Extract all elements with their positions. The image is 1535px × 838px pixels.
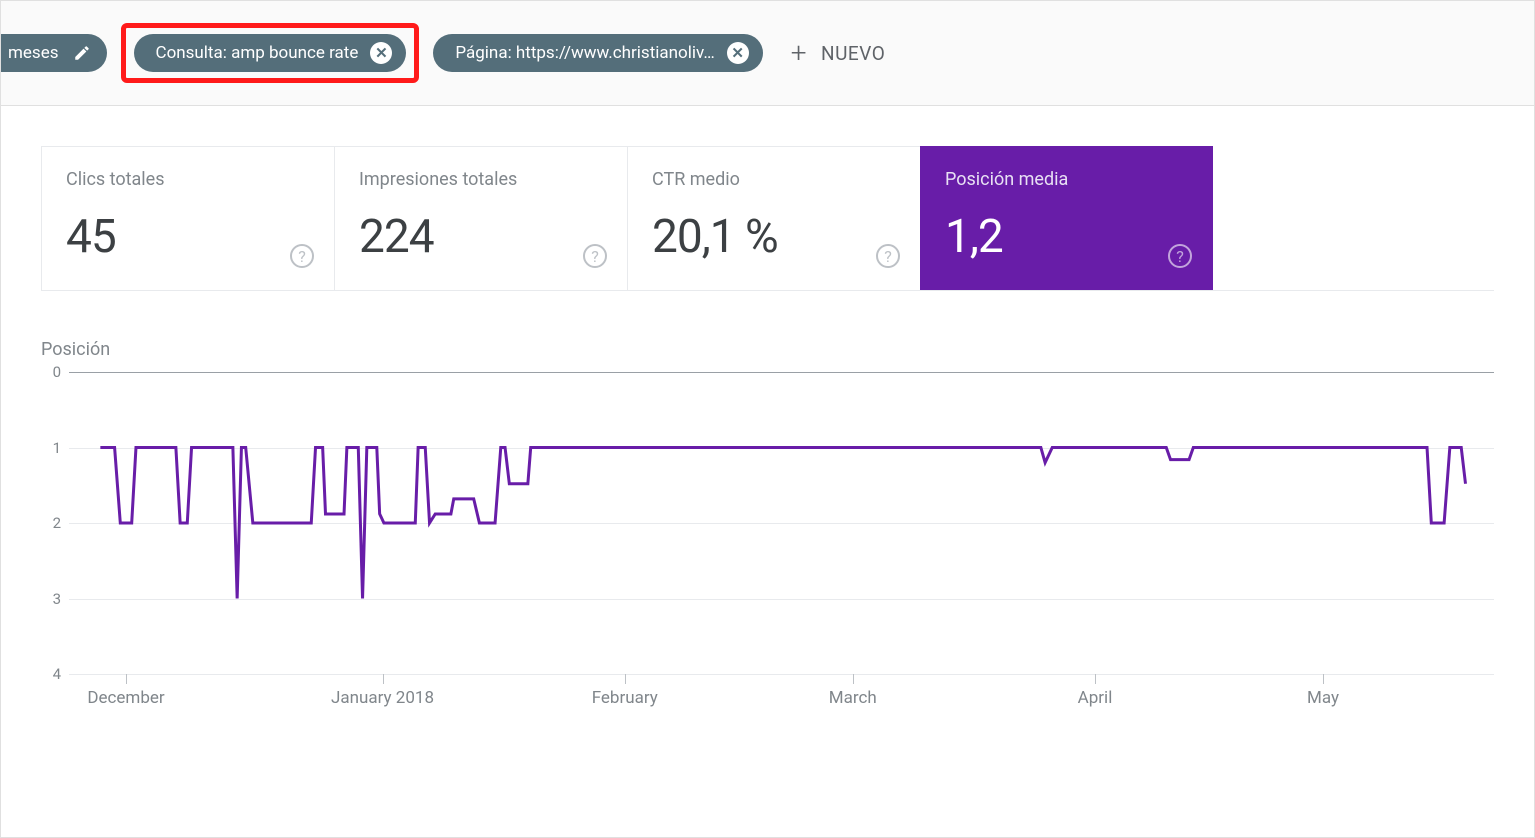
metric-label: Clics totales	[66, 169, 310, 190]
chart-area: Posición 01234 DecemberJanuary 2018Febru…	[41, 291, 1494, 807]
metric-card[interactable]: CTR medio 20,1 %?	[627, 146, 920, 290]
y-tick-label: 4	[41, 665, 61, 683]
query-filter-label: Consulta: amp bounce rate	[156, 43, 359, 63]
y-tick-label: 2	[41, 514, 61, 532]
x-tick	[1323, 674, 1324, 684]
new-filter-label: NUEVO	[821, 42, 885, 65]
filter-bar: meses Consulta: amp bounce rate ✕ Página…	[1, 1, 1534, 106]
app-frame: meses Consulta: amp bounce rate ✕ Página…	[0, 0, 1535, 838]
content-area: Clics totales45?Impresiones totales224?C…	[1, 106, 1534, 837]
page-filter-label: Página: https://www.christianoliv…	[455, 43, 714, 63]
metric-value: 20,1 %	[652, 210, 896, 264]
x-axis: December January 2018 February March April Ma…	[69, 674, 1494, 714]
x-tick-label: March	[829, 688, 877, 708]
help-icon[interactable]: ?	[876, 244, 900, 268]
x-tick	[853, 674, 854, 684]
date-range-label: meses	[8, 43, 59, 63]
metric-card[interactable]: Posición media 1,2?	[920, 146, 1213, 290]
pencil-icon	[71, 42, 93, 64]
x-tick	[126, 674, 127, 684]
x-tick	[1095, 674, 1096, 684]
metric-value: 45	[66, 210, 310, 264]
x-tick-label: April	[1078, 688, 1113, 708]
highlighted-filter: Consulta: amp bounce rate ✕	[121, 23, 420, 83]
x-tick	[383, 674, 384, 684]
metric-card[interactable]: Clics totales 45?	[41, 146, 334, 290]
close-icon[interactable]: ✕	[727, 42, 749, 64]
position-line	[69, 372, 1494, 674]
chart-title: Posición	[41, 339, 1494, 360]
x-tick-label: February	[592, 688, 658, 708]
x-tick	[625, 674, 626, 684]
y-tick-label: 3	[41, 590, 61, 608]
help-icon[interactable]: ?	[290, 244, 314, 268]
metric-value: 1,2	[945, 210, 1188, 264]
date-range-chip[interactable]: meses	[0, 34, 107, 72]
x-tick-label: December	[87, 688, 164, 708]
metric-value: 224	[359, 210, 603, 264]
metric-card[interactable]: Impresiones totales 224?	[334, 146, 627, 290]
new-filter-button[interactable]: + NUEVO	[777, 34, 900, 73]
y-tick-label: 0	[41, 363, 61, 381]
metric-label: Posición media	[945, 169, 1188, 190]
close-icon[interactable]: ✕	[370, 42, 392, 64]
query-filter-chip[interactable]: Consulta: amp bounce rate ✕	[134, 34, 407, 72]
x-tick-label: January 2018	[331, 688, 434, 708]
y-tick-label: 1	[41, 439, 61, 457]
chart-grid: 01234	[69, 372, 1494, 674]
page-filter-chip[interactable]: Página: https://www.christianoliv… ✕	[433, 34, 762, 72]
help-icon[interactable]: ?	[1168, 244, 1192, 268]
metrics-row: Clics totales45?Impresiones totales224?C…	[41, 146, 1494, 291]
metric-label: CTR medio	[652, 169, 896, 190]
help-icon[interactable]: ?	[583, 244, 607, 268]
x-tick-label: May	[1307, 688, 1339, 708]
metric-label: Impresiones totales	[359, 169, 603, 190]
